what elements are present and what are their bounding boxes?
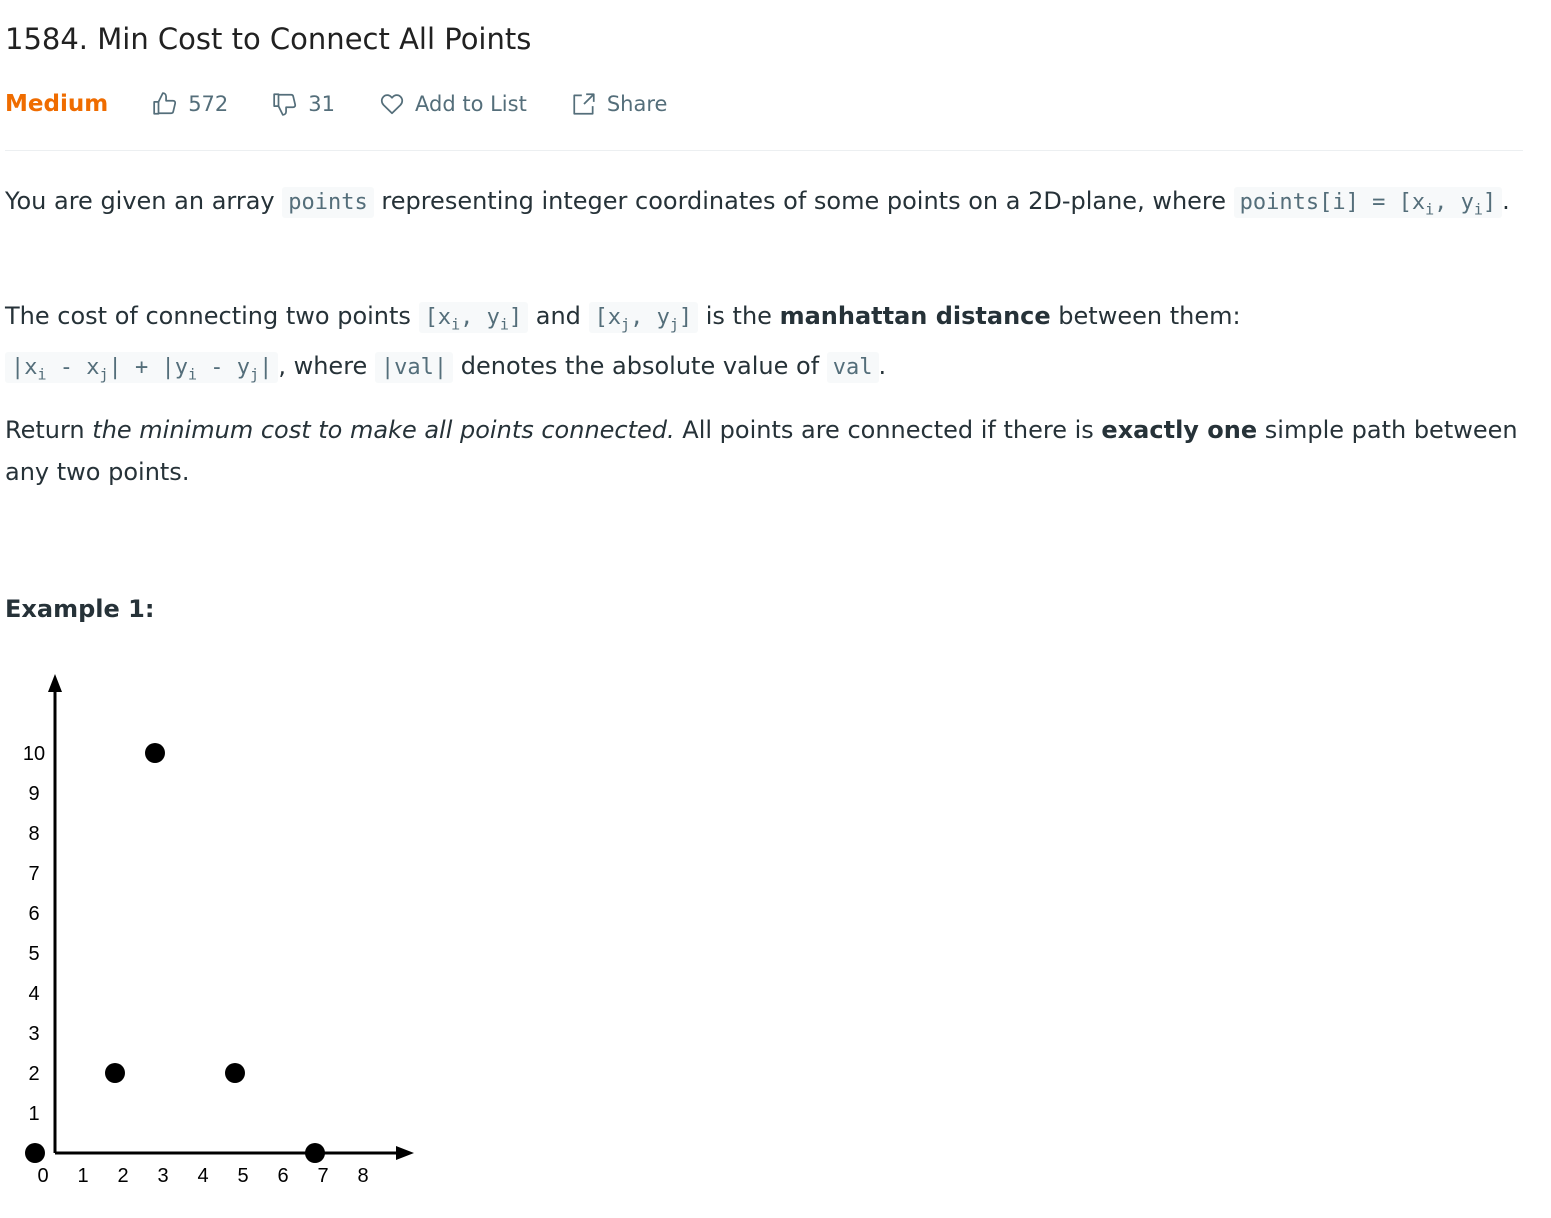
dislike-count: 31 bbox=[308, 92, 336, 116]
inline-code-val: val bbox=[826, 352, 879, 384]
description-paragraph-3: Return the minimum cost to make all poin… bbox=[5, 416, 1518, 486]
data-point bbox=[305, 1143, 325, 1163]
y-tick-label: 3 bbox=[28, 1023, 39, 1045]
y-tick-label: 1 bbox=[28, 1103, 39, 1125]
y-tick-label: 2 bbox=[28, 1063, 39, 1085]
example-1-scatter-plot: 1 2 3 4 5 6 7 8 9 10 0 1 2 3 4 5 6 7 8 bbox=[23, 674, 414, 1187]
y-tick-label: 5 bbox=[28, 943, 39, 965]
thumbs-up-icon bbox=[153, 92, 177, 115]
inline-code-points: points bbox=[282, 187, 374, 218]
share-icon bbox=[573, 93, 595, 115]
description-paragraph-2: The cost of connecting two points [xi, y… bbox=[5, 302, 1241, 384]
italic-min-cost: the minimum cost to make all points conn… bbox=[92, 416, 675, 444]
add-to-list-label: Add to List bbox=[415, 92, 527, 116]
like-button[interactable]: 572 bbox=[152, 91, 228, 117]
y-tick-label: 8 bbox=[28, 823, 39, 845]
x-tick-label: 6 bbox=[277, 1165, 288, 1187]
y-tick-label: 10 bbox=[23, 743, 45, 765]
x-tick-label: 1 bbox=[77, 1165, 88, 1187]
x-axis-arrow bbox=[396, 1146, 414, 1160]
difficulty-label: Medium bbox=[5, 91, 109, 117]
data-point bbox=[25, 1143, 45, 1163]
x-tick-label: 5 bbox=[237, 1165, 248, 1187]
data-point bbox=[225, 1063, 245, 1083]
data-point bbox=[145, 743, 165, 763]
inline-code-point-i: [xi, yi] bbox=[418, 302, 529, 333]
share-label: Share bbox=[606, 92, 668, 116]
x-tick-label: 8 bbox=[357, 1165, 368, 1187]
heart-icon bbox=[380, 94, 404, 115]
data-point bbox=[105, 1063, 125, 1083]
y-tick-label: 7 bbox=[28, 863, 39, 885]
x-tick-label: 7 bbox=[317, 1165, 328, 1187]
like-count: 572 bbox=[188, 92, 229, 116]
y-tick-label: 9 bbox=[28, 783, 39, 805]
x-tick-label: 3 bbox=[157, 1165, 168, 1187]
example-1-title: Example 1: bbox=[5, 595, 155, 623]
description-paragraph-1: You are given an array points representi… bbox=[5, 187, 1510, 219]
bold-exactly-one: exactly one bbox=[1101, 416, 1258, 444]
bold-manhattan-distance: manhattan distance bbox=[779, 302, 1051, 330]
add-to-list-button[interactable]: Add to List bbox=[379, 91, 527, 117]
inline-code-val-abs: |val| bbox=[374, 352, 454, 384]
inline-code-point-j: [xj, yj] bbox=[588, 302, 699, 333]
y-tick-label: 6 bbox=[28, 903, 39, 925]
thumbs-down-icon bbox=[273, 93, 297, 116]
x-tick-label: 4 bbox=[197, 1165, 208, 1187]
inline-code-points-i: points[i] = [xi, yi] bbox=[1233, 187, 1503, 218]
header-divider bbox=[5, 150, 1523, 151]
inline-code-manhattan-formula: |xi - xj| + |yi - yj| bbox=[5, 352, 279, 384]
x-tick-label: 2 bbox=[117, 1165, 128, 1187]
y-tick-label: 4 bbox=[28, 983, 39, 1005]
dislike-button[interactable]: 31 bbox=[272, 91, 335, 117]
share-button[interactable]: Share bbox=[571, 91, 668, 117]
problem-meta-bar: Medium 572 31 Add to List Share bbox=[5, 86, 711, 122]
problem-title: 1584. Min Cost to Connect All Points bbox=[5, 22, 532, 56]
x-tick-label: 0 bbox=[37, 1165, 48, 1187]
y-axis-arrow bbox=[48, 674, 62, 692]
